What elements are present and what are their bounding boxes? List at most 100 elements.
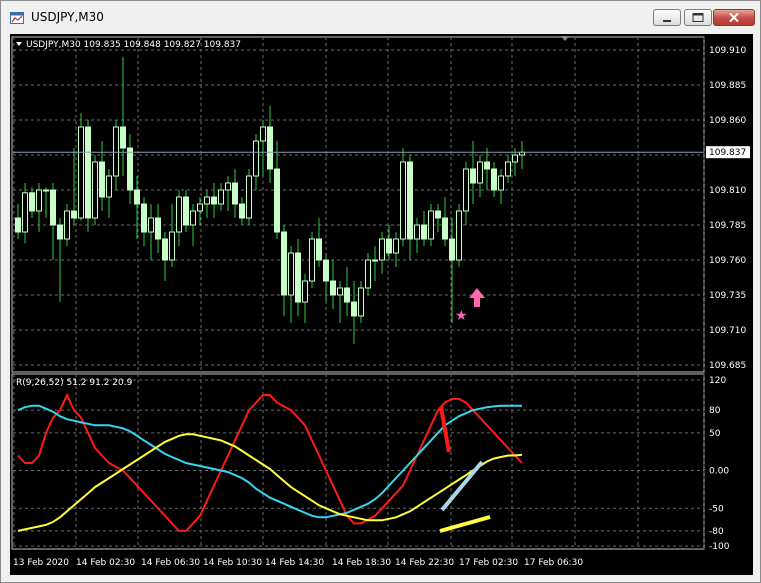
- candle-body-bearish: [281, 231, 287, 296]
- candle-body-bullish: [43, 189, 49, 192]
- maximize-button[interactable]: [684, 9, 712, 26]
- buy-arrow-icon[interactable]: [469, 288, 485, 307]
- candle-body-bearish: [274, 168, 280, 233]
- candle-body-bullish: [456, 210, 462, 261]
- candle-body-bearish: [407, 161, 413, 240]
- price-axis-label: 109.760: [709, 256, 746, 266]
- close-button[interactable]: [713, 9, 755, 26]
- candle-body-bearish: [491, 168, 497, 191]
- time-axis-label: 14 Feb 10:30: [203, 558, 262, 568]
- chart-svg: USDJPY,M30 109.835 109.848 109.827 109.8…: [11, 36, 750, 568]
- candle-body-bearish: [232, 182, 238, 205]
- candle-body-bullish: [372, 259, 378, 262]
- indicator-axis-label: 0.00: [709, 467, 729, 477]
- candle-body-bearish: [71, 210, 77, 219]
- indicator-axis-label: -50: [709, 504, 724, 514]
- indicator-line-mid: [17, 404, 522, 519]
- candle-body-bearish: [127, 147, 133, 191]
- candle-body-bullish: [498, 175, 504, 191]
- candle-body-bearish: [442, 217, 448, 240]
- candle-body-bearish: [295, 252, 301, 303]
- candle-body-bearish: [449, 238, 455, 261]
- price-axis-label: 109.685: [709, 361, 746, 371]
- candle-body-bearish: [239, 203, 245, 219]
- candle-body-bullish: [400, 161, 406, 240]
- indicator-axis-label: -80: [709, 527, 724, 537]
- candle-body-bullish: [309, 238, 315, 282]
- price-axis-label: 109.885: [709, 81, 746, 91]
- candle-body-bullish: [337, 287, 343, 296]
- minimize-icon: [663, 20, 671, 22]
- candle-body-bearish: [15, 217, 21, 233]
- candle-body-bearish: [421, 224, 427, 240]
- candle-body-bearish: [120, 126, 126, 149]
- price-axis-label: 109.910: [709, 46, 746, 56]
- candle-body-bullish: [36, 189, 42, 212]
- candle-body-bullish: [512, 154, 518, 163]
- candle-body-bullish: [477, 161, 483, 184]
- candle-body-bearish: [134, 189, 140, 205]
- chart-canvas[interactable]: USDJPY,M30 109.835 109.848 109.827 109.8…: [10, 34, 753, 575]
- candle-body-bullish: [365, 259, 371, 289]
- indicator-axis: 120 80 50 0.00 -50 -80 -100: [709, 376, 730, 552]
- indicator-lines: [17, 392, 523, 532]
- candle-body-bullish: [414, 224, 420, 240]
- candle-body-bearish: [50, 189, 56, 226]
- indicator-axis-label: 50: [709, 429, 721, 439]
- price-axis-label: 109.785: [709, 221, 746, 231]
- candle-body-bullish: [204, 196, 210, 205]
- price-axis: 109.910 109.885 109.860 109.835 109.810 …: [709, 46, 746, 371]
- candle-body-bullish: [64, 210, 70, 240]
- price-axis-label: 109.810: [709, 186, 746, 196]
- main-panel-header: USDJPY,M30 109.835 109.848 109.827 109.8…: [26, 40, 241, 50]
- candle-body-bullish: [176, 196, 182, 233]
- chart-menu-triangle-icon[interactable]: [16, 42, 22, 46]
- candle-body-bearish: [484, 161, 490, 170]
- indicator-panel-header: R(9,26,52) 51.2 91.2 20.9: [16, 378, 133, 388]
- indicator-axis-label: 80: [709, 406, 721, 416]
- candle-body-bearish: [351, 301, 357, 317]
- candle-body-bullish: [260, 126, 266, 142]
- price-axis-label: 109.710: [709, 326, 746, 336]
- candle-body-bullish: [428, 210, 434, 240]
- candle-body-bearish: [330, 280, 336, 296]
- candle-body-bullish: [106, 175, 112, 198]
- window-title: USDJPY,M30: [31, 10, 104, 24]
- time-axis-label: 14 Feb 14:30: [265, 558, 324, 568]
- title-bar[interactable]: USDJPY,M30: [1, 1, 760, 33]
- time-axis-label: 13 Feb 2020: [13, 558, 69, 568]
- maximize-icon: [692, 13, 704, 22]
- candle-body-bullish: [92, 161, 98, 219]
- bid-price-label: 109.837: [709, 148, 746, 158]
- candle-body-bearish: [470, 168, 476, 184]
- indicator-axis-label: -100: [709, 542, 730, 552]
- candle-body-bullish: [197, 203, 203, 212]
- candle-body-bearish: [155, 217, 161, 240]
- star-marker-icon[interactable]: ★: [455, 308, 468, 324]
- candles: [15, 57, 525, 344]
- candle-body-bearish: [162, 238, 168, 261]
- time-axis-label: 17 Feb 06:30: [524, 558, 583, 568]
- candle-body-bearish: [57, 224, 63, 240]
- indicator-line-fast: [17, 392, 523, 532]
- chart-window-icon: [10, 12, 24, 24]
- candle-body-bullish: [379, 238, 385, 261]
- chart-shift-marker[interactable]: [561, 36, 569, 41]
- time-axis-label: 14 Feb 02:30: [76, 558, 135, 568]
- close-icon: [729, 12, 739, 23]
- candle-body-bullish: [113, 126, 119, 177]
- candle-body-bearish: [141, 203, 147, 233]
- minimize-button[interactable]: [653, 9, 681, 26]
- candle-body-bearish: [85, 126, 91, 219]
- candle-body-bullish: [190, 210, 196, 226]
- time-axis-label: 14 Feb 06:30: [141, 558, 200, 568]
- yellow-trend-line[interactable]: [439, 515, 491, 533]
- time-axis-label: 17 Feb 02:30: [459, 558, 518, 568]
- candle-body-bearish: [344, 287, 350, 303]
- candle-body-bullish: [218, 189, 224, 205]
- candle-body-bearish: [29, 192, 35, 212]
- candle-body-bullish: [225, 182, 231, 191]
- candle-body-bearish: [211, 196, 217, 205]
- candle-body-bullish: [253, 140, 259, 177]
- candle-body-bullish: [22, 192, 28, 233]
